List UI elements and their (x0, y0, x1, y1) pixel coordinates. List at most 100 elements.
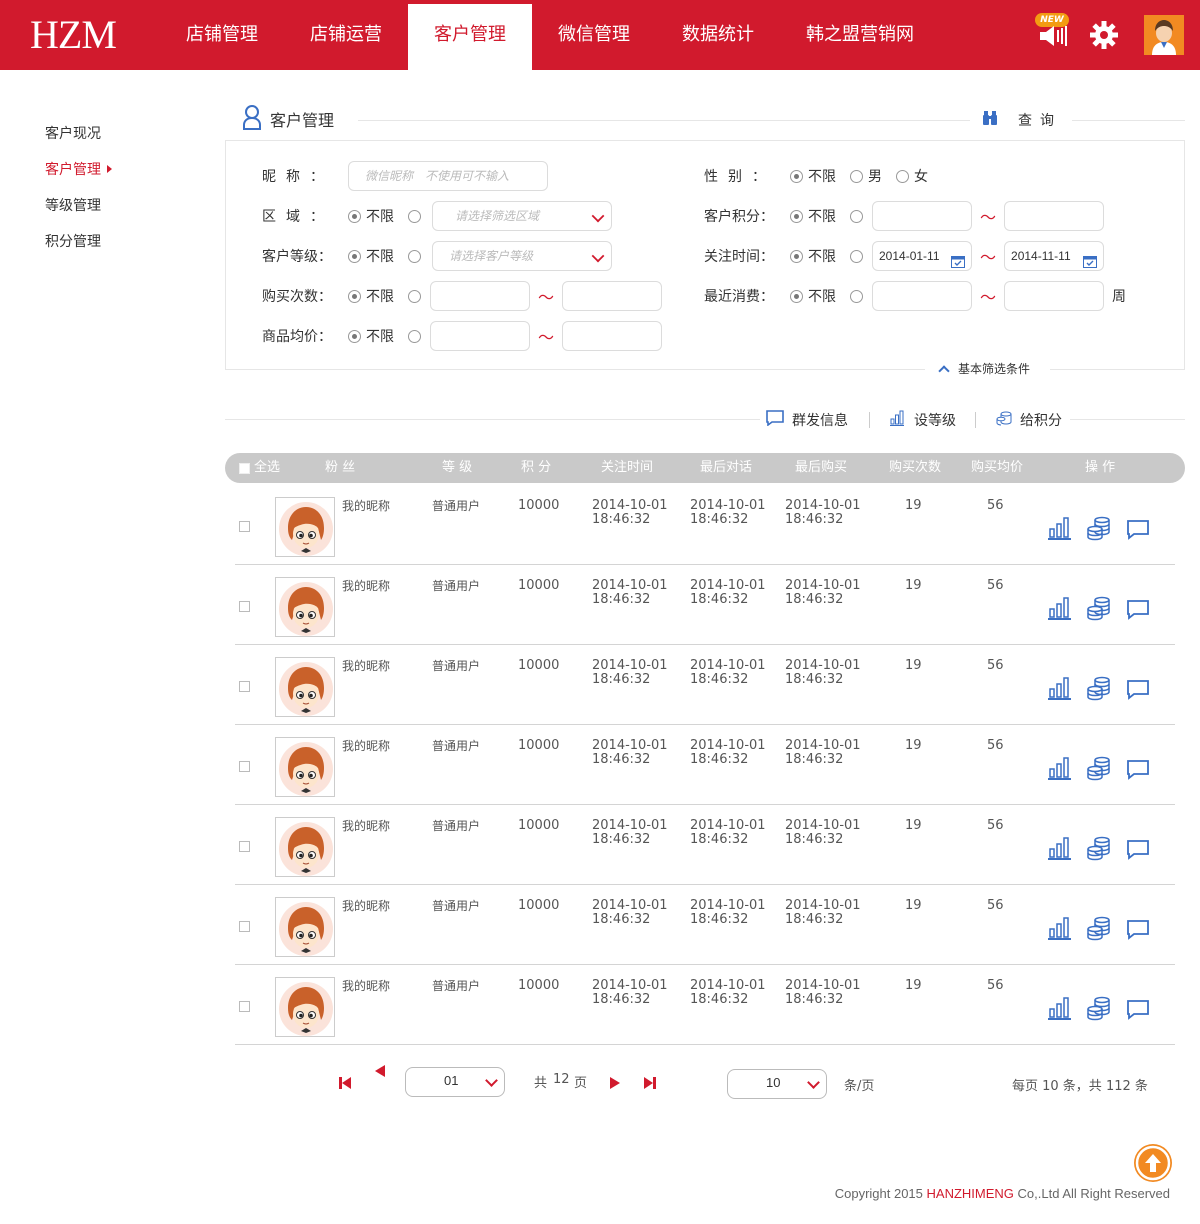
bar-chart-icon[interactable] (1047, 755, 1073, 781)
last-page-button[interactable] (643, 1075, 657, 1094)
user-avatar[interactable] (1144, 15, 1184, 55)
level-custom-radio[interactable] (408, 249, 426, 263)
page-select[interactable]: 01 (405, 1067, 505, 1097)
gender-male-radio[interactable]: 男 (850, 166, 882, 186)
gender-female-radio[interactable]: 女 (896, 166, 928, 186)
message-icon[interactable] (1125, 675, 1151, 701)
follow-time-custom-radio[interactable] (850, 249, 868, 263)
nav-wechat-management[interactable]: 微信管理 (532, 4, 656, 70)
sidebar-item-customer-management[interactable]: 客户管理 (45, 156, 112, 192)
calendar-icon[interactable] (1083, 250, 1098, 270)
mass-message-button[interactable]: 群发信息 (766, 409, 848, 431)
follow-time-from-input[interactable]: 2014-01-11 (872, 241, 972, 271)
coins-icon[interactable] (1086, 515, 1112, 541)
coins-icon[interactable] (1086, 755, 1112, 781)
bar-chart-icon[interactable] (1047, 915, 1073, 941)
message-icon[interactable] (1125, 915, 1151, 941)
bar-chart-icon[interactable] (1047, 595, 1073, 621)
message-icon[interactable] (1125, 995, 1151, 1021)
coins-icon[interactable] (1086, 835, 1112, 861)
avg-price-from-input[interactable] (430, 321, 530, 351)
row-checkbox[interactable] (239, 921, 250, 932)
bar-chart-icon[interactable] (1047, 515, 1073, 541)
query-button[interactable]: 查询 (982, 108, 1062, 132)
bar-chart-icon[interactable] (1047, 995, 1073, 1021)
last-purchase-to-input[interactable] (1004, 281, 1105, 311)
sidebar-item-level-management[interactable]: 等级管理 (45, 192, 112, 228)
nav-data-statistics[interactable]: 数据统计 (656, 4, 780, 70)
row-checkbox[interactable] (239, 761, 250, 772)
next-page-button[interactable] (608, 1075, 622, 1094)
first-page-button[interactable] (338, 1075, 352, 1094)
region-unlimited-radio[interactable]: 不限 (348, 206, 394, 226)
select-all-checkbox[interactable] (239, 463, 250, 474)
avg-price: 56 (987, 738, 1004, 753)
last-chat-time: 18:46:32 (690, 752, 749, 767)
col-points: 积 分 (521, 460, 552, 475)
points-custom-radio[interactable] (850, 209, 868, 223)
bar-chart-icon[interactable] (1047, 835, 1073, 861)
sidebar-item-customer-overview[interactable]: 客户现况 (45, 120, 112, 156)
back-to-top-button[interactable] (1134, 1144, 1172, 1182)
fan-points: 10000 (518, 498, 560, 513)
points-from-input[interactable] (872, 201, 972, 231)
last-purchase-from-input[interactable] (872, 281, 972, 311)
nav-store-operations[interactable]: 店铺运营 (284, 4, 408, 70)
fan-level: 普通用户 (432, 659, 481, 673)
nav-marketing-site[interactable]: 韩之盟营销网 (780, 4, 940, 70)
purchases-unlimited-radio[interactable]: 不限 (348, 286, 394, 306)
last-purchase-unlimited-radio[interactable]: 不限 (790, 286, 836, 306)
speaker-icon[interactable] (1038, 24, 1068, 52)
divider (225, 419, 760, 420)
sidebar-item-points-management[interactable]: 积分管理 (45, 228, 112, 264)
message-icon[interactable] (1125, 595, 1151, 621)
level-select[interactable]: 请选择客户等级 (432, 241, 612, 271)
set-level-button[interactable]: 设等级 (890, 409, 956, 431)
follow-time-to-input[interactable]: 2014-11-11 (1004, 241, 1105, 271)
region-select[interactable]: 请选择筛选区域 (432, 201, 612, 231)
chevron-down-icon (591, 209, 605, 223)
follow-time: 18:46:32 (592, 512, 651, 527)
row-checkbox[interactable] (239, 681, 250, 692)
level-unlimited-radio[interactable]: 不限 (348, 246, 394, 266)
calendar-icon[interactable] (951, 250, 965, 270)
avg-price-unlimited-radio[interactable]: 不限 (348, 326, 394, 346)
avg-price-to-input[interactable] (562, 321, 663, 351)
points-to-input[interactable] (1004, 201, 1105, 231)
bar-chart-icon[interactable] (1047, 675, 1073, 701)
coins-icon[interactable] (1086, 995, 1112, 1021)
follow-time: 18:46:32 (592, 912, 651, 927)
points-unlimited-radio[interactable]: 不限 (790, 206, 836, 226)
logo[interactable]: HZM (30, 12, 117, 58)
message-icon[interactable] (1125, 835, 1151, 861)
coins-icon[interactable] (1086, 675, 1112, 701)
copyright-brand[interactable]: HANZHIMENG (927, 1186, 1014, 1201)
row-checkbox[interactable] (239, 521, 250, 532)
coins-icon[interactable] (1086, 915, 1112, 941)
fan-nickname: 我的昵称 (342, 739, 391, 753)
collapse-filters-toggle[interactable]: 基本筛选条件 (936, 360, 1030, 377)
purchases-to-input[interactable] (562, 281, 663, 311)
message-icon[interactable] (1125, 755, 1151, 781)
purchases-custom-radio[interactable] (408, 289, 426, 303)
follow-time-unlimited-radio[interactable]: 不限 (790, 246, 836, 266)
row-checkbox[interactable] (239, 841, 250, 852)
coins-icon[interactable] (1086, 595, 1112, 621)
give-points-button[interactable]: 给积分 (996, 409, 1062, 431)
nav-customer-management[interactable]: 客户管理 (408, 4, 532, 70)
gender-unlimited-radio[interactable]: 不限 (790, 166, 836, 186)
prev-page-button[interactable] (373, 1063, 387, 1082)
nickname-input[interactable]: 微信昵称 不使用可不输入 (348, 161, 548, 191)
avg-price-custom-radio[interactable] (408, 329, 426, 343)
region-custom-radio[interactable] (408, 209, 426, 223)
row-checkbox[interactable] (239, 601, 250, 612)
row-checkbox[interactable] (239, 1001, 250, 1012)
purchases-from-input[interactable] (430, 281, 530, 311)
gear-icon[interactable] (1089, 20, 1119, 54)
per-page-select[interactable]: 10 (727, 1069, 827, 1099)
last-chat-date: 2014-10-01 (690, 498, 766, 513)
col-select-all[interactable]: 全选 (254, 453, 280, 483)
message-icon[interactable] (1125, 515, 1151, 541)
nav-store-management[interactable]: 店铺管理 (160, 4, 284, 70)
last-purchase-custom-radio[interactable] (850, 289, 868, 303)
